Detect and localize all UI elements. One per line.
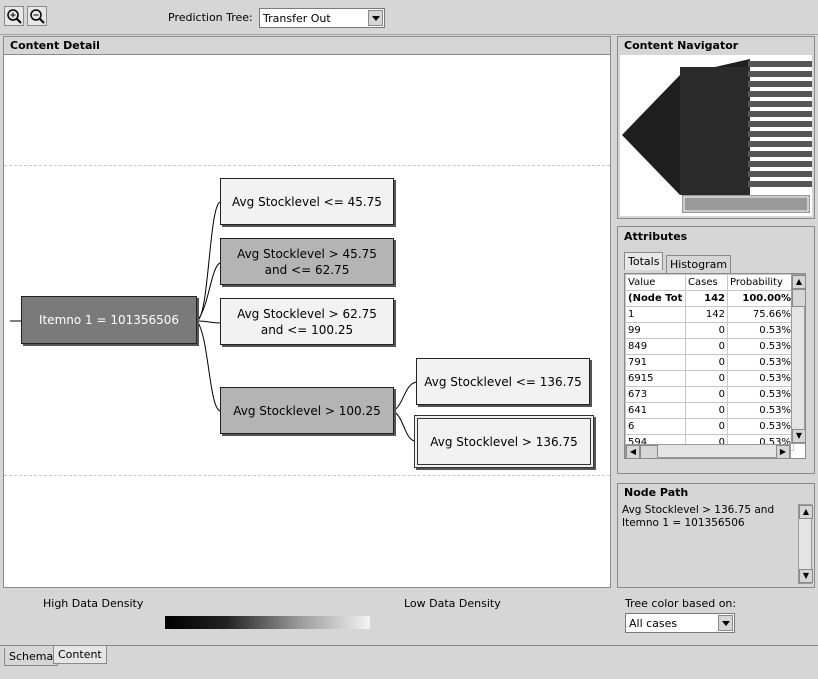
- tree-node-root[interactable]: Itemno 1 = 101356506: [21, 296, 197, 344]
- prediction-tree-label: Prediction Tree:: [168, 11, 253, 24]
- low-density-label: Low Data Density: [404, 597, 501, 610]
- density-gradient: [165, 616, 370, 629]
- attributes-title: Attributes: [624, 230, 688, 243]
- tree-color-label: Tree color based on:: [625, 597, 737, 610]
- table-cell: 0.53%: [727, 354, 794, 371]
- column-header[interactable]: Value: [625, 274, 686, 291]
- prediction-tree-select[interactable]: Transfer Out: [259, 8, 385, 28]
- zoom-in-button[interactable]: [4, 6, 24, 26]
- column-header[interactable]: Probability: [727, 274, 794, 291]
- table-row: 6 0 0.53%: [625, 418, 794, 435]
- table-cell: 0.53%: [727, 338, 794, 355]
- scroll-right-icon[interactable]: ▶: [776, 445, 790, 458]
- content-detail-panel: Content Detail Itemno 1 = 101356506 Avg …: [3, 36, 611, 588]
- node-label: Avg Stocklevel > 62.75 and <= 100.25: [237, 306, 377, 337]
- scroll-up-icon[interactable]: ▲: [792, 275, 805, 289]
- scroll-down-icon[interactable]: ▼: [799, 569, 813, 583]
- node-path-text: Avg Stocklevel > 136.75 and Itemno 1 = 1…: [622, 504, 775, 529]
- tab-schema[interactable]: Schema: [4, 648, 59, 666]
- chevron-down-icon[interactable]: [718, 615, 733, 631]
- table-cell: 0: [685, 338, 728, 355]
- table-row: 641 0 0.53%: [625, 402, 794, 419]
- table-cell: 673: [625, 386, 686, 403]
- zoom-out-icon: [30, 9, 45, 24]
- table-cell: (Node Tot: [625, 290, 686, 307]
- content-navigator-panel: Content Navigator: [617, 36, 815, 219]
- high-density-label: High Data Density: [43, 597, 144, 610]
- zoom-in-icon: [7, 9, 22, 24]
- tree-node[interactable]: Avg Stocklevel <= 136.75: [416, 358, 590, 405]
- attributes-table: Value Cases Probability (Node Tot 142 10…: [625, 274, 794, 451]
- scrollbar-thumb[interactable]: [792, 289, 805, 307]
- node-label: Itemno 1 = 101356506: [38, 313, 180, 327]
- node-label: Avg Stocklevel <= 45.75: [232, 194, 382, 209]
- table-cell: 791: [625, 354, 686, 371]
- prediction-tree-value: Transfer Out: [263, 12, 331, 25]
- table-cell: 0: [685, 418, 728, 435]
- tree-node[interactable]: Avg Stocklevel > 62.75 and <= 100.25: [220, 298, 394, 345]
- view-tabs: Schema Content: [0, 645, 818, 679]
- content-navigator-title: Content Navigator: [624, 39, 739, 52]
- table-cell: 0.53%: [727, 322, 794, 339]
- tab-totals[interactable]: Totals: [624, 252, 664, 270]
- table-cell: 6915: [625, 370, 686, 387]
- tree-node[interactable]: Avg Stocklevel > 100.25: [220, 387, 394, 434]
- table-cell: 641: [625, 402, 686, 419]
- tree-node[interactable]: Avg Stocklevel <= 45.75: [220, 178, 394, 225]
- node-label: Avg Stocklevel > 100.25: [233, 403, 381, 418]
- navigator-thumbnail[interactable]: [620, 55, 812, 216]
- chevron-down-icon[interactable]: [368, 10, 383, 26]
- horizontal-scrollbar[interactable]: ◀ ▶: [625, 444, 791, 458]
- table-cell: 849: [625, 338, 686, 355]
- tab-histogram[interactable]: Histogram: [666, 255, 732, 273]
- tree-node[interactable]: Avg Stocklevel > 45.75 and <= 62.75: [220, 238, 394, 285]
- table-cell: 6: [625, 418, 686, 435]
- table-cell: 0: [685, 354, 728, 371]
- attributes-table-container: Value Cases Probability (Node Tot 142 10…: [624, 273, 806, 459]
- node-label: Avg Stocklevel > 45.75 and <= 62.75: [237, 246, 377, 277]
- table-row: 849 0 0.53%: [625, 338, 794, 355]
- table-row: 673 0 0.53%: [625, 386, 794, 403]
- node-path-panel: Node Path Avg Stocklevel > 136.75 and It…: [617, 483, 815, 588]
- table-cell: 0.53%: [727, 370, 794, 387]
- attributes-panel: Attributes Totals Histogram Value Cases …: [617, 226, 815, 474]
- tab-content[interactable]: Content: [53, 646, 107, 664]
- table-cell: 0: [685, 402, 728, 419]
- table-row: 99 0 0.53%: [625, 322, 794, 339]
- table-header-row: Value Cases Probability: [625, 274, 794, 291]
- zoom-out-button[interactable]: [27, 6, 47, 26]
- tree-color-select[interactable]: All cases: [625, 613, 735, 633]
- column-header[interactable]: Cases: [685, 274, 728, 291]
- density-legend: High Data Density Low Data Density Tree …: [0, 590, 818, 646]
- scroll-left-icon[interactable]: ◀: [626, 445, 640, 458]
- table-cell: 0.53%: [727, 386, 794, 403]
- table-row: 791 0 0.53%: [625, 354, 794, 371]
- vertical-scrollbar[interactable]: ▲ ▼: [791, 274, 805, 444]
- node-path-scrollbar[interactable]: ▲ ▼: [798, 504, 813, 584]
- node-label: Avg Stocklevel <= 136.75: [424, 374, 582, 389]
- table-cell: 75.66%: [727, 306, 794, 323]
- scrollbar-thumb[interactable]: [640, 445, 658, 458]
- table-row: 1 142 75.66%: [625, 306, 794, 323]
- tree-node-selected[interactable]: Avg Stocklevel > 136.75: [414, 415, 594, 468]
- table-cell: 0.53%: [727, 418, 794, 435]
- scroll-up-icon[interactable]: ▲: [799, 505, 813, 519]
- table-cell: 0.53%: [727, 402, 794, 419]
- table-cell: 142: [685, 290, 728, 307]
- tree-color-value: All cases: [629, 617, 678, 630]
- table-cell: 99: [625, 322, 686, 339]
- table-row: (Node Tot 142 100.00%: [625, 290, 794, 307]
- table-cell: 142: [685, 306, 728, 323]
- toolbar: Prediction Tree: Transfer Out: [0, 0, 818, 35]
- node-label: Avg Stocklevel > 136.75: [430, 434, 578, 449]
- node-path-title: Node Path: [624, 486, 689, 499]
- table-cell: 0: [685, 370, 728, 387]
- table-cell: 0: [685, 322, 728, 339]
- table-cell: 100.00%: [727, 290, 794, 307]
- scroll-down-icon[interactable]: ▼: [792, 429, 805, 443]
- table-cell: 1: [625, 306, 686, 323]
- table-row: 6915 0 0.53%: [625, 370, 794, 387]
- table-cell: 0: [685, 386, 728, 403]
